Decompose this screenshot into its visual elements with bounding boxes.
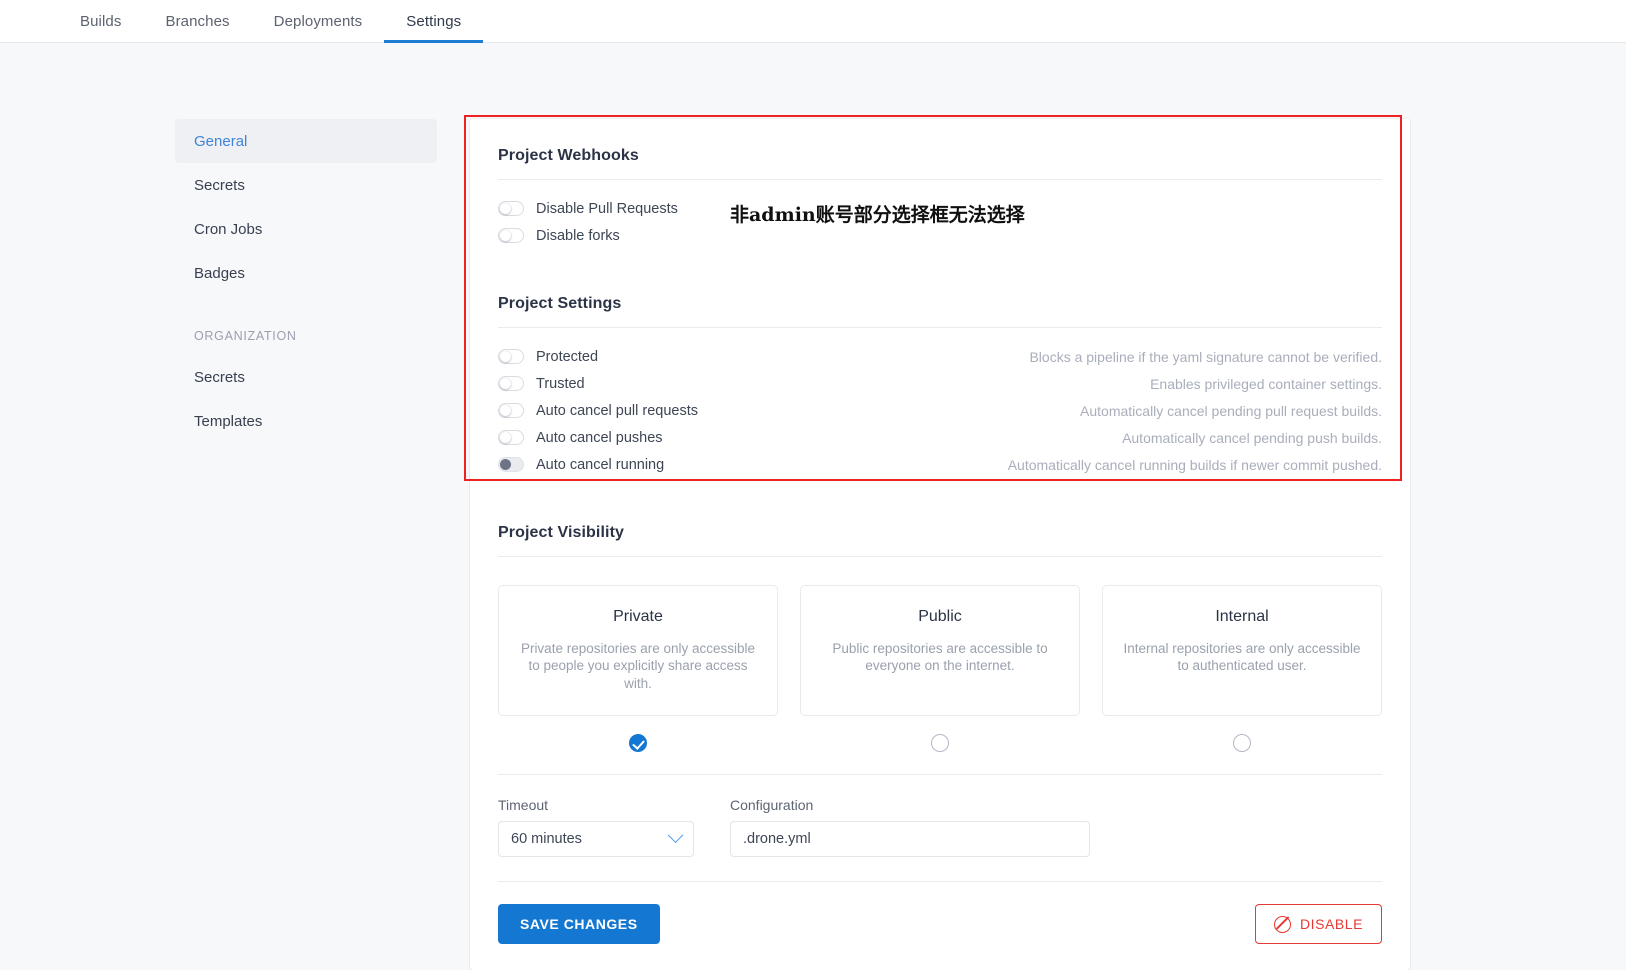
toggle-knob-icon xyxy=(500,432,511,443)
settings-sidebar: General Secrets Cron Jobs Badges ORGANIZ… xyxy=(175,119,437,443)
build-config-fields: Timeout 60 minutes Configuration .drone.… xyxy=(498,775,1382,857)
visibility-option-name: Private xyxy=(517,608,759,626)
visibility-options: Private Private repositories are only ac… xyxy=(498,557,1382,774)
toggle-row-protected[interactable]: Protected Blocks a pipeline if the yaml … xyxy=(498,343,1382,370)
toggle-knob-icon xyxy=(500,203,511,214)
toggle-switch-disable-forks[interactable] xyxy=(498,228,524,243)
sidebar-item-cron-jobs[interactable]: Cron Jobs xyxy=(175,207,437,251)
toggle-switch-auto-cancel-running[interactable] xyxy=(498,457,524,472)
toggle-label: Protected xyxy=(536,349,598,365)
top-navigation: Builds Branches Deployments Settings xyxy=(0,0,1626,43)
field-configuration: Configuration .drone.yml xyxy=(730,797,1090,857)
project-webhooks-title: Project Webhooks xyxy=(498,119,1382,179)
toggle-switch-auto-cancel-pull-requests[interactable] xyxy=(498,403,524,418)
sidebar-item-label: Templates xyxy=(194,413,262,430)
toggle-knob-icon xyxy=(500,378,511,389)
sidebar-section-organization: ORGANIZATION xyxy=(175,317,437,355)
sidebar-item-label: General xyxy=(194,133,247,150)
project-visibility-title: Project Visibility xyxy=(498,496,1382,556)
toggle-description: Automatically cancel pending push builds… xyxy=(1122,430,1382,446)
sidebar-item-label: Badges xyxy=(194,265,245,282)
tab-settings[interactable]: Settings xyxy=(384,0,483,42)
sidebar-item-label: Cron Jobs xyxy=(194,221,262,238)
timeout-label: Timeout xyxy=(498,797,694,813)
toggle-row-auto-cancel-running[interactable]: Auto cancel running Automatically cancel… xyxy=(498,451,1382,478)
visibility-radio-group xyxy=(498,716,1382,774)
visibility-card-public[interactable]: Public Public repositories are accessibl… xyxy=(800,585,1080,716)
visibility-option-desc: Private repositories are only accessible… xyxy=(517,640,759,692)
toggle-knob-icon xyxy=(500,230,511,241)
toggle-label: Auto cancel pushes xyxy=(536,430,663,446)
toggle-label: Auto cancel running xyxy=(536,457,664,473)
configuration-label: Configuration xyxy=(730,797,1090,813)
radio-internal[interactable] xyxy=(1233,734,1251,752)
toggle-knob-icon xyxy=(500,405,511,416)
sidebar-item-badges[interactable]: Badges xyxy=(175,251,437,295)
visibility-option-desc: Public repositories are accessible to ev… xyxy=(819,640,1061,675)
toggle-knob-icon xyxy=(500,351,511,362)
sidebar-item-label: Secrets xyxy=(194,369,245,386)
toggle-switch-trusted[interactable] xyxy=(498,376,524,391)
tab-deployments[interactable]: Deployments xyxy=(252,0,385,42)
visibility-option-name: Public xyxy=(819,608,1061,626)
visibility-option-desc: Internal repositories are only accessibl… xyxy=(1121,640,1363,675)
sidebar-item-secrets[interactable]: Secrets xyxy=(175,163,437,207)
toggle-row-auto-cancel-pushes[interactable]: Auto cancel pushes Automatically cancel … xyxy=(498,424,1382,451)
toggle-label: Disable Pull Requests xyxy=(536,201,678,217)
sidebar-spacer xyxy=(175,295,437,317)
visibility-option-name: Internal xyxy=(1121,608,1363,626)
page-body: General Secrets Cron Jobs Badges ORGANIZ… xyxy=(0,43,1626,930)
toggle-description: Enables privileged container settings. xyxy=(1150,376,1382,392)
annotation-text: 非admin账号部分选择框无法选择 xyxy=(730,200,1025,227)
toggle-label: Disable forks xyxy=(536,228,620,244)
toggle-switch-protected[interactable] xyxy=(498,349,524,364)
sidebar-item-org-templates[interactable]: Templates xyxy=(175,399,437,443)
toggle-row-auto-cancel-pull-requests[interactable]: Auto cancel pull requests Automatically … xyxy=(498,397,1382,424)
configuration-input[interactable]: .drone.yml xyxy=(730,821,1090,857)
disable-button[interactable]: DISABLE xyxy=(1255,904,1382,944)
visibility-card-internal[interactable]: Internal Internal repositories are only … xyxy=(1102,585,1382,716)
toggle-label: Auto cancel pull requests xyxy=(536,403,698,419)
field-timeout: Timeout 60 minutes xyxy=(498,797,694,857)
chevron-down-icon xyxy=(668,827,684,843)
settings-card: Project Webhooks Disable Pull Requests D… xyxy=(470,119,1410,970)
sidebar-item-org-secrets[interactable]: Secrets xyxy=(175,355,437,399)
visibility-card-private[interactable]: Private Private repositories are only ac… xyxy=(498,585,778,716)
toggle-description: Automatically cancel pending pull reques… xyxy=(1080,403,1382,419)
toggle-knob-icon xyxy=(500,459,511,470)
toggle-switch-auto-cancel-pushes[interactable] xyxy=(498,430,524,445)
toggle-switch-disable-pull-requests[interactable] xyxy=(498,201,524,216)
configuration-value: .drone.yml xyxy=(743,831,811,847)
toggle-description: Automatically cancel running builds if n… xyxy=(1008,457,1382,473)
sidebar-item-label: Secrets xyxy=(194,177,245,194)
toggle-description: Blocks a pipeline if the yaml signature … xyxy=(1029,349,1382,365)
project-settings-toggles: Protected Blocks a pipeline if the yaml … xyxy=(498,328,1382,496)
card-footer: SAVE CHANGES DISABLE xyxy=(498,882,1382,970)
radio-private[interactable] xyxy=(629,734,647,752)
toggle-label: Trusted xyxy=(536,376,585,392)
tab-builds[interactable]: Builds xyxy=(58,0,143,42)
timeout-value: 60 minutes xyxy=(511,831,582,847)
toggle-row-trusted[interactable]: Trusted Enables privileged container set… xyxy=(498,370,1382,397)
timeout-select[interactable]: 60 minutes xyxy=(498,821,694,857)
tab-branches[interactable]: Branches xyxy=(143,0,251,42)
radio-public[interactable] xyxy=(931,734,949,752)
project-settings-title: Project Settings xyxy=(498,267,1382,327)
sidebar-item-general[interactable]: General xyxy=(175,119,437,163)
save-changes-button[interactable]: SAVE CHANGES xyxy=(498,904,660,944)
